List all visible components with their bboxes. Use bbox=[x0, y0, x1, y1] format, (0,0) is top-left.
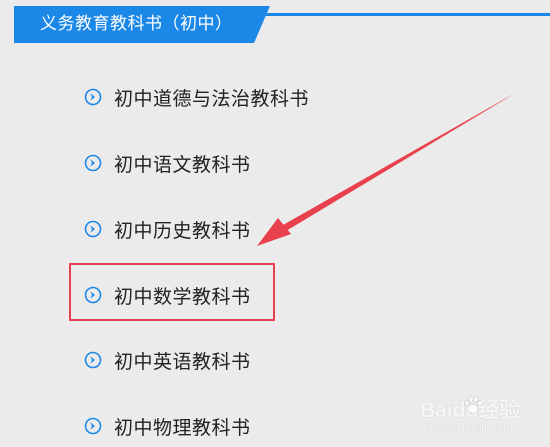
list-item-history[interactable]: 初中历史教科书 bbox=[84, 214, 251, 244]
baidu-watermark: Baidu经验 jingyan.baidu.com bbox=[418, 392, 546, 440]
chevron-right-circle-icon bbox=[84, 220, 102, 238]
watermark-url: jingyan.baidu.com bbox=[428, 422, 509, 433]
list-item-morality-law[interactable]: 初中道德与法治教科书 bbox=[84, 82, 309, 112]
list-item-label: 初中语文教科书 bbox=[114, 153, 251, 176]
list-item-english[interactable]: 初中英语教科书 bbox=[84, 345, 251, 375]
paw-icon bbox=[464, 396, 483, 414]
list-item-label: 初中道德与法治教科书 bbox=[114, 87, 310, 110]
header-divider-line bbox=[260, 13, 550, 16]
watermark-brand: Baidu经验 bbox=[420, 399, 521, 422]
list-item-physics[interactable]: 初中物理教科书 bbox=[84, 411, 251, 441]
chevron-right-circle-icon bbox=[84, 88, 102, 106]
list-item-label: 初中历史教科书 bbox=[114, 219, 251, 242]
chevron-right-circle-icon bbox=[84, 154, 102, 172]
list-item-chinese[interactable]: 初中语文教科书 bbox=[84, 148, 251, 178]
section-title: 义务教育教科书（初中） bbox=[40, 14, 233, 34]
chevron-right-circle-icon bbox=[84, 417, 102, 435]
list-item-label: 初中英语教科书 bbox=[114, 350, 251, 373]
list-item-label: 初中物理教科书 bbox=[114, 416, 251, 439]
highlight-box bbox=[69, 263, 275, 321]
annotation-arrow bbox=[257, 92, 517, 246]
chevron-right-circle-icon bbox=[84, 351, 102, 369]
section-header: 义务教育教科书（初中） bbox=[0, 0, 550, 44]
